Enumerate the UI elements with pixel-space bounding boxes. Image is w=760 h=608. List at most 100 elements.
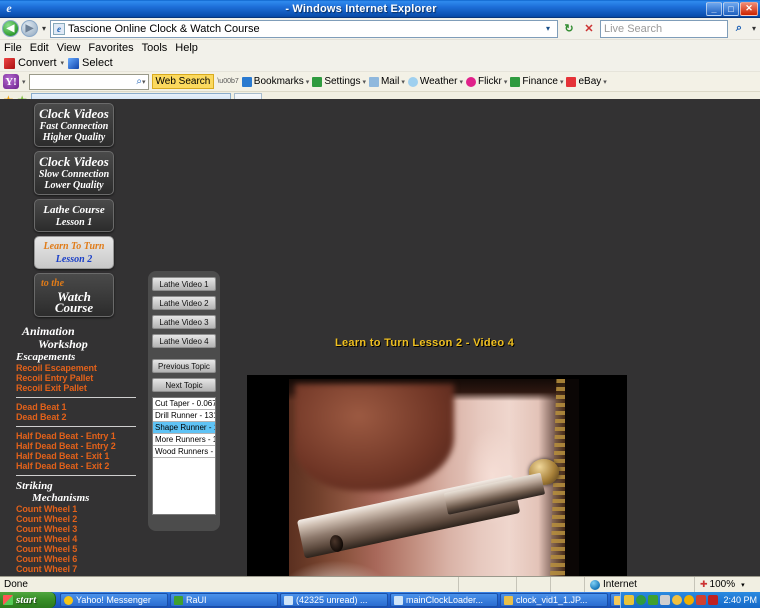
link-recoil-escapement[interactable]: Recoil Escapement xyxy=(8,363,140,373)
web-search-button[interactable]: Web Search xyxy=(151,74,215,89)
video-player: ▶ ■ ▶▶ ◀) ⬚ ▭ xyxy=(247,375,627,576)
mail-caret-icon[interactable]: ▾ xyxy=(401,78,405,86)
finance-caret-icon[interactable]: ▾ xyxy=(560,78,564,86)
link-half-dead-beat-entry-2[interactable]: Half Dead Beat - Entry 2 xyxy=(8,441,140,451)
sidebar-button-watch-course[interactable]: to the Watch Course xyxy=(34,273,114,317)
yahoo-search-dropdown-icon[interactable]: ▾ xyxy=(142,78,146,86)
yahoo-flickr-button[interactable]: Flickr ▾ xyxy=(465,76,508,87)
start-button[interactable]: start xyxy=(0,592,56,608)
list-item[interactable]: Cut Taper - 0.067 xyxy=(153,398,215,410)
link-half-dead-beat-exit-1[interactable]: Half Dead Beat - Exit 1 xyxy=(8,451,140,461)
button-next-topic[interactable]: Next Topic xyxy=(152,378,216,392)
taskbar-item[interactable]: Pics of Online Co... xyxy=(610,593,621,607)
link-count-wheel-5[interactable]: Count Wheel 5 xyxy=(8,544,140,554)
close-button[interactable]: ✕ xyxy=(740,1,758,16)
ralink-icon[interactable] xyxy=(648,595,659,605)
yahoo-finance-button[interactable]: Finance ▾ xyxy=(510,76,563,87)
media-icon[interactable] xyxy=(636,595,647,605)
link-count-wheel-7[interactable]: Count Wheel 7 xyxy=(8,564,140,574)
yahoo-logo-icon[interactable]: Y! xyxy=(3,74,19,89)
clock[interactable]: 2:40 PM xyxy=(723,595,757,605)
forward-button[interactable]: ▶ xyxy=(21,20,38,37)
select-button[interactable]: Select xyxy=(68,57,113,69)
search-box[interactable]: Live Search xyxy=(599,19,728,38)
menu-tools[interactable]: Tools xyxy=(142,42,168,54)
stop-icon[interactable]: ✕ xyxy=(580,20,598,38)
connection-icon[interactable] xyxy=(660,595,671,605)
video-frame[interactable] xyxy=(247,375,627,576)
link-half-dead-beat-exit-2[interactable]: Half Dead Beat - Exit 2 xyxy=(8,461,140,471)
button-lathe-video-2[interactable]: Lathe Video 2 xyxy=(152,296,216,310)
link-count-wheel-2[interactable]: Count Wheel 2 xyxy=(8,514,140,524)
volume-icon[interactable] xyxy=(708,595,719,605)
security-zone[interactable]: Internet xyxy=(584,577,694,592)
link-recoil-exit-pallet[interactable]: Recoil Exit Pallet xyxy=(8,383,140,393)
zoom-dropdown-icon[interactable]: ▾ xyxy=(741,581,745,589)
link-count-wheel-1[interactable]: Count Wheel 1 xyxy=(8,504,140,514)
taskbar-item[interactable]: (42325 unread) ... xyxy=(280,593,388,607)
yahoo-mail-button[interactable]: Mail ▾ xyxy=(368,76,405,87)
link-count-wheel-4[interactable]: Count Wheel 4 xyxy=(8,534,140,544)
link-count-wheel-3[interactable]: Count Wheel 3 xyxy=(8,524,140,534)
antivirus-icon[interactable] xyxy=(696,595,707,605)
search-provider-dropdown-icon[interactable]: ▾ xyxy=(750,24,758,33)
menu-edit[interactable]: Edit xyxy=(30,42,49,54)
address-dropdown-icon[interactable]: ▾ xyxy=(541,24,555,33)
search-input[interactable]: Live Search xyxy=(604,23,724,35)
link-dead-beat-2[interactable]: Dead Beat 2 xyxy=(8,412,140,422)
menu-view[interactable]: View xyxy=(57,42,81,54)
sidebar-button-lathe-course-lesson-1[interactable]: Lathe Course Lesson 1 xyxy=(34,199,114,232)
link-half-dead-beat-entry-1[interactable]: Half Dead Beat - Entry 1 xyxy=(8,431,140,441)
menu-file[interactable]: File xyxy=(4,42,22,54)
button-previous-topic[interactable]: Previous Topic xyxy=(152,359,216,373)
ebay-caret-icon[interactable]: ▾ xyxy=(603,78,607,86)
address-input[interactable]: Tascione Online Clock & Watch Course xyxy=(68,23,538,35)
taskbar-item[interactable]: mainClockLoader... xyxy=(390,593,498,607)
flickr-caret-icon[interactable]: ▾ xyxy=(504,78,508,86)
topic-listbox[interactable]: Cut Taper - 0.067 Drill Runner - 1311 Sh… xyxy=(152,397,216,515)
weather-caret-icon[interactable]: ▾ xyxy=(459,78,463,86)
taskbar-item[interactable]: Yahoo! Messenger xyxy=(60,593,168,607)
refresh-icon[interactable]: ↻ xyxy=(560,20,578,38)
convert-button[interactable]: Convert xyxy=(4,57,57,69)
list-item[interactable]: Shape Runner - 1: xyxy=(153,422,215,434)
list-item[interactable]: Wood Runners - 1 xyxy=(153,446,215,458)
link-count-wheel-6[interactable]: Count Wheel 6 xyxy=(8,554,140,564)
link-recoil-entry-pallet[interactable]: Recoil Entry Pallet xyxy=(8,373,140,383)
convert-dropdown-icon[interactable]: ▾ xyxy=(61,59,65,67)
yahoo-logo-dropdown-icon[interactable]: ▾ xyxy=(22,78,26,86)
history-dropdown-icon[interactable]: ▾ xyxy=(40,24,48,33)
yahoo-settings-button[interactable]: Settings ▾ xyxy=(312,76,366,87)
button-lathe-video-3[interactable]: Lathe Video 3 xyxy=(152,315,216,329)
learn-to-turn-title: Learn To Turn xyxy=(43,241,105,252)
network-icon[interactable] xyxy=(624,595,635,605)
sidebar-button-learn-to-turn-lesson-2[interactable]: Learn To Turn Lesson 2 xyxy=(34,236,114,269)
messenger-icon[interactable] xyxy=(684,595,695,605)
yahoo-weather-button[interactable]: Weather ▾ xyxy=(407,76,463,87)
flickr-icon xyxy=(465,76,476,87)
lightbulb-icon[interactable] xyxy=(672,595,683,605)
list-item[interactable]: More Runners - 16 xyxy=(153,434,215,446)
taskbar-item[interactable]: RaUI xyxy=(170,593,278,607)
window-controls: _ □ ✕ xyxy=(706,1,758,16)
yahoo-search-input[interactable]: ⌕ ▾ xyxy=(28,73,149,90)
back-button[interactable]: ◀ xyxy=(2,20,19,37)
menu-help[interactable]: Help xyxy=(175,42,198,54)
taskbar-item[interactable]: clock_vid1_1.JP... xyxy=(500,593,608,607)
search-magnifier-icon[interactable]: ⌕ xyxy=(730,20,748,38)
bookmarks-caret-icon[interactable]: ▾ xyxy=(306,78,310,86)
yahoo-ebay-button[interactable]: eBay ▾ xyxy=(566,76,607,87)
address-bar[interactable]: e Tascione Online Clock & Watch Course ▾ xyxy=(50,19,558,38)
yahoo-bookmarks-button[interactable]: Bookmarks ▾ xyxy=(241,76,310,87)
settings-caret-icon[interactable]: ▾ xyxy=(362,78,366,86)
button-lathe-video-4[interactable]: Lathe Video 4 xyxy=(152,334,216,348)
maximize-button[interactable]: □ xyxy=(723,1,739,16)
sidebar-button-clock-videos-slow[interactable]: Clock Videos Slow Connection Lower Quali… xyxy=(34,151,114,195)
button-lathe-video-1[interactable]: Lathe Video 1 xyxy=(152,277,216,291)
minimize-button[interactable]: _ xyxy=(706,1,722,16)
zoom-control[interactable]: ✚ 100% ▾ xyxy=(694,577,760,592)
link-dead-beat-1[interactable]: Dead Beat 1 xyxy=(8,402,140,412)
list-item[interactable]: Drill Runner - 1311 xyxy=(153,410,215,422)
menu-favorites[interactable]: Favorites xyxy=(88,42,133,54)
sidebar-button-clock-videos-fast[interactable]: Clock Videos Fast Connection Higher Qual… xyxy=(34,103,114,147)
